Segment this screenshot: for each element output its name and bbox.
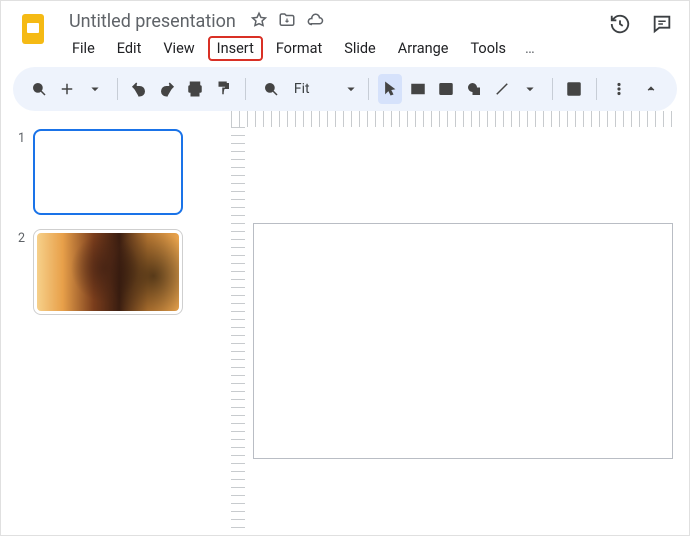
toolbar: Fit <box>13 67 677 111</box>
app-logo[interactable] <box>15 11 51 47</box>
menu-insert[interactable]: Insert <box>208 36 263 61</box>
menubar: File Edit View Insert Format Slide Arran… <box>61 34 599 67</box>
zoom-group: Fit <box>256 74 358 104</box>
image-tool-button[interactable] <box>434 74 458 104</box>
slide-thumb-2[interactable] <box>33 229 183 315</box>
redo-button[interactable] <box>155 74 179 104</box>
menu-tools[interactable]: Tools <box>461 36 515 61</box>
comments-icon[interactable] <box>651 13 673 39</box>
slides-logo-icon <box>15 11 51 47</box>
history-icon[interactable] <box>609 13 631 39</box>
search-button[interactable] <box>27 74 51 104</box>
line-tool-dropdown[interactable] <box>518 74 542 104</box>
header-actions <box>609 9 679 39</box>
new-slide-dropdown[interactable] <box>83 74 107 104</box>
paint-format-button[interactable] <box>211 74 235 104</box>
menu-format[interactable]: Format <box>267 36 331 61</box>
menu-more[interactable]: … <box>519 36 541 61</box>
textbox-tool-button[interactable] <box>406 74 430 104</box>
shape-tool-button[interactable] <box>462 74 486 104</box>
menu-edit[interactable]: Edit <box>108 36 151 61</box>
print-button[interactable] <box>183 74 207 104</box>
new-slide-button[interactable] <box>55 74 79 104</box>
add-comment-button[interactable] <box>563 74 587 104</box>
ruler-vertical[interactable] <box>231 127 245 535</box>
select-tool-button[interactable] <box>378 74 402 104</box>
zoom-dropdown[interactable] <box>318 74 358 104</box>
line-tool-button[interactable] <box>490 74 514 104</box>
ruler-horizontal[interactable] <box>231 111 675 127</box>
collapse-toolbar-button[interactable] <box>639 74 663 104</box>
menu-arrange[interactable]: Arrange <box>389 36 458 61</box>
cloud-status-icon[interactable] <box>306 11 324 33</box>
menu-view[interactable]: View <box>154 36 203 61</box>
workspace: 1 2 <box>1 111 689 535</box>
more-tools-button[interactable] <box>607 74 631 104</box>
slide-thumb-row: 1 <box>11 129 207 215</box>
menu-slide[interactable]: Slide <box>335 36 385 61</box>
slide-canvas[interactable] <box>253 223 673 459</box>
doc-title[interactable]: Untitled presentation <box>65 9 240 34</box>
slide-thumb-row: 2 <box>11 229 207 315</box>
undo-button[interactable] <box>127 74 151 104</box>
title-row: Untitled presentation <box>61 9 599 34</box>
filmstrip: 1 2 <box>1 111 215 535</box>
toolbar-separator <box>245 78 246 100</box>
toolbar-separator <box>117 78 118 100</box>
slide-thumb-image <box>37 233 179 311</box>
zoom-tool-button[interactable] <box>256 74 286 104</box>
slide-number: 2 <box>11 229 25 315</box>
menu-file[interactable]: File <box>63 36 104 61</box>
star-icon[interactable] <box>250 11 268 33</box>
toolbar-separator <box>552 78 553 100</box>
slide-number: 1 <box>11 129 25 215</box>
zoom-label[interactable]: Fit <box>290 81 314 97</box>
title-block: Untitled presentation File Edit View Ins… <box>61 9 599 67</box>
title-icons <box>250 11 324 33</box>
toolbar-separator <box>596 78 597 100</box>
slide-thumb-1[interactable] <box>33 129 183 215</box>
move-folder-icon[interactable] <box>278 11 296 33</box>
header: Untitled presentation File Edit View Ins… <box>1 1 689 67</box>
toolbar-separator <box>368 78 369 100</box>
